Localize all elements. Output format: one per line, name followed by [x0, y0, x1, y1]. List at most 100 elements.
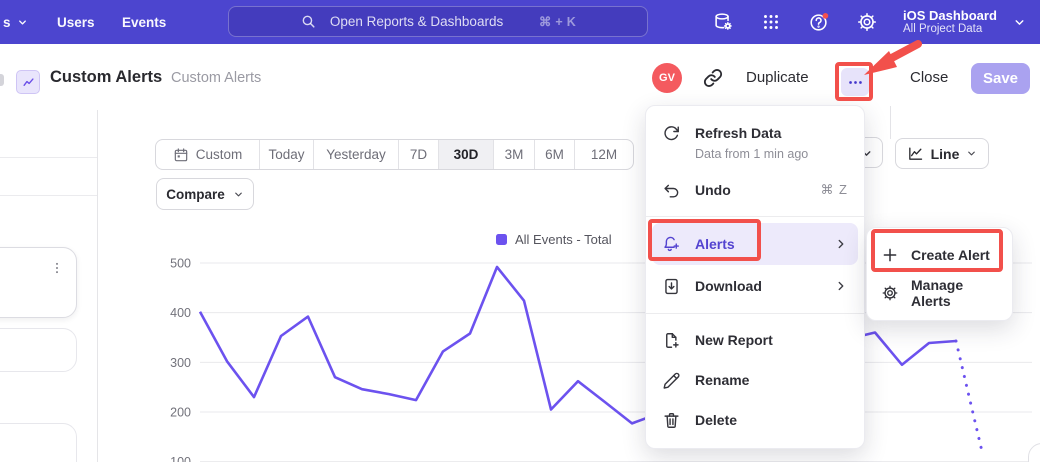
report-options-menu: Refresh Data Data from 1 min ago Undo ⌘ …	[645, 105, 865, 449]
project-info: iOS Dashboard All Project Data	[903, 8, 997, 36]
date-range-custom[interactable]: Custom	[156, 140, 259, 169]
submenu-item-label: Create Alert	[911, 247, 990, 263]
search-shortcut: ⌘ + K	[539, 14, 576, 29]
navbar-icons	[712, 0, 878, 44]
gear-icon	[881, 284, 899, 302]
menu-item-sublabel: Data from 1 min ago	[695, 147, 808, 161]
menu-item-rename[interactable]: Rename	[646, 360, 864, 400]
search-input[interactable]	[328, 13, 528, 30]
menu-item-label: Delete	[695, 411, 737, 430]
chevron-right-icon	[834, 237, 848, 251]
data-settings-icon[interactable]	[712, 11, 734, 33]
nav-item-users[interactable]: Users	[57, 0, 95, 44]
date-range-yesterday[interactable]: Yesterday	[313, 140, 398, 169]
date-range-6m[interactable]: 6M	[534, 140, 574, 169]
divider	[646, 313, 864, 314]
file-plus-icon	[662, 331, 681, 350]
menu-item-new-report[interactable]: New Report	[646, 320, 864, 360]
breadcrumb[interactable]: Custom Alerts	[171, 70, 261, 86]
line-chart-icon	[21, 75, 36, 90]
menu-item-text: Refresh Data Data from 1 min ago	[695, 124, 808, 161]
menu-item-label: New Report	[695, 331, 773, 350]
save-button[interactable]: Save	[971, 63, 1030, 94]
ellipsis-icon	[847, 74, 864, 91]
global-search[interactable]: ⌘ + K	[228, 6, 648, 37]
panel-resize-handle[interactable]	[0, 74, 4, 86]
link-icon[interactable]	[702, 67, 724, 89]
app-root: s Users Events ⌘ + K	[0, 0, 1040, 462]
menu-item-label: Refresh Data	[695, 124, 808, 143]
legend-swatch	[496, 234, 507, 245]
compare-label: Compare	[166, 187, 225, 202]
divider	[646, 216, 864, 217]
submenu-item-manage-alerts[interactable]: Manage Alerts	[867, 274, 1012, 312]
menu-item-undo[interactable]: Undo ⌘ Z	[646, 170, 864, 210]
bell-plus-icon	[662, 235, 681, 254]
menu-item-label: Undo	[695, 181, 731, 200]
undo-icon	[662, 181, 681, 200]
chevron-down-icon	[1013, 16, 1026, 29]
chevron-down-icon	[233, 189, 244, 200]
menu-item-label: Download	[695, 277, 762, 296]
dashboard-card[interactable]	[0, 423, 77, 462]
divider	[890, 106, 891, 139]
download-icon	[662, 277, 681, 296]
menu-item-download[interactable]: Download	[646, 265, 864, 307]
svg-text:400: 400	[170, 306, 191, 320]
svg-text:300: 300	[170, 356, 191, 370]
notification-dot	[823, 13, 829, 19]
left-sidebar	[0, 110, 98, 462]
avatar[interactable]: GV	[652, 63, 682, 93]
more-options-button[interactable]	[841, 68, 869, 96]
refresh-icon	[662, 124, 681, 143]
chart-type-button[interactable]: Line	[895, 138, 989, 169]
date-range-30d[interactable]: 30D	[438, 140, 493, 169]
settings-gear-icon[interactable]	[856, 11, 878, 33]
svg-text:100: 100	[170, 455, 191, 462]
date-range-today[interactable]: Today	[259, 140, 313, 169]
project-switcher[interactable]: iOS Dashboard All Project Data	[903, 0, 1026, 44]
nav-item-events[interactable]: Events	[122, 0, 166, 44]
dashboard-card[interactable]	[0, 328, 77, 372]
top-navbar: s Users Events ⌘ + K	[0, 0, 1040, 44]
date-range-7d[interactable]: 7D	[398, 140, 438, 169]
line-chart-icon	[907, 145, 924, 162]
report-header: Custom Alerts Custom Alerts GV Duplicate…	[0, 44, 1040, 110]
chart-legend: All Events - Total	[496, 232, 612, 247]
dashboard-card[interactable]	[0, 247, 77, 318]
submenu-item-label: Manage Alerts	[911, 277, 998, 309]
report-type-icon	[16, 70, 40, 94]
sidebar-row[interactable]	[0, 158, 97, 196]
project-scope: All Project Data	[903, 23, 997, 36]
chevron-down-icon	[966, 148, 977, 159]
compare-button[interactable]: Compare	[156, 178, 254, 210]
svg-text:500: 500	[170, 257, 191, 271]
menu-item-label: Rename	[695, 371, 749, 390]
menu-item-delete[interactable]: Delete	[646, 400, 864, 440]
trash-icon	[662, 411, 681, 430]
kebab-menu-icon[interactable]	[50, 260, 64, 276]
sidebar-row[interactable]	[0, 110, 97, 158]
menu-item-shortcut: ⌘ Z	[820, 182, 848, 198]
help-icon[interactable]	[808, 11, 830, 33]
duplicate-button[interactable]: Duplicate	[746, 69, 809, 86]
date-range-label: Custom	[196, 147, 243, 162]
pencil-icon	[662, 371, 681, 390]
close-button[interactable]: Close	[910, 69, 948, 86]
svg-text:200: 200	[170, 406, 191, 420]
nav-item-boards-cropped[interactable]: s	[3, 0, 28, 44]
legend-label: All Events - Total	[515, 232, 612, 247]
calendar-icon	[173, 147, 189, 163]
nav-item-label: s	[3, 15, 11, 30]
submenu-item-create-alert[interactable]: Create Alert	[867, 236, 1012, 274]
apps-grid-icon[interactable]	[760, 11, 782, 33]
menu-item-alerts[interactable]: Alerts	[652, 223, 858, 265]
chart-type-label: Line	[931, 146, 960, 162]
date-range-3m[interactable]: 3M	[493, 140, 534, 169]
menu-item-refresh-data[interactable]: Refresh Data Data from 1 min ago	[646, 114, 864, 170]
search-icon	[300, 13, 317, 30]
alerts-submenu: Create Alert Manage Alerts	[866, 227, 1013, 321]
date-range-12m[interactable]: 12M	[574, 140, 633, 169]
menu-item-label: Alerts	[695, 235, 735, 254]
chevron-right-icon	[834, 279, 848, 293]
